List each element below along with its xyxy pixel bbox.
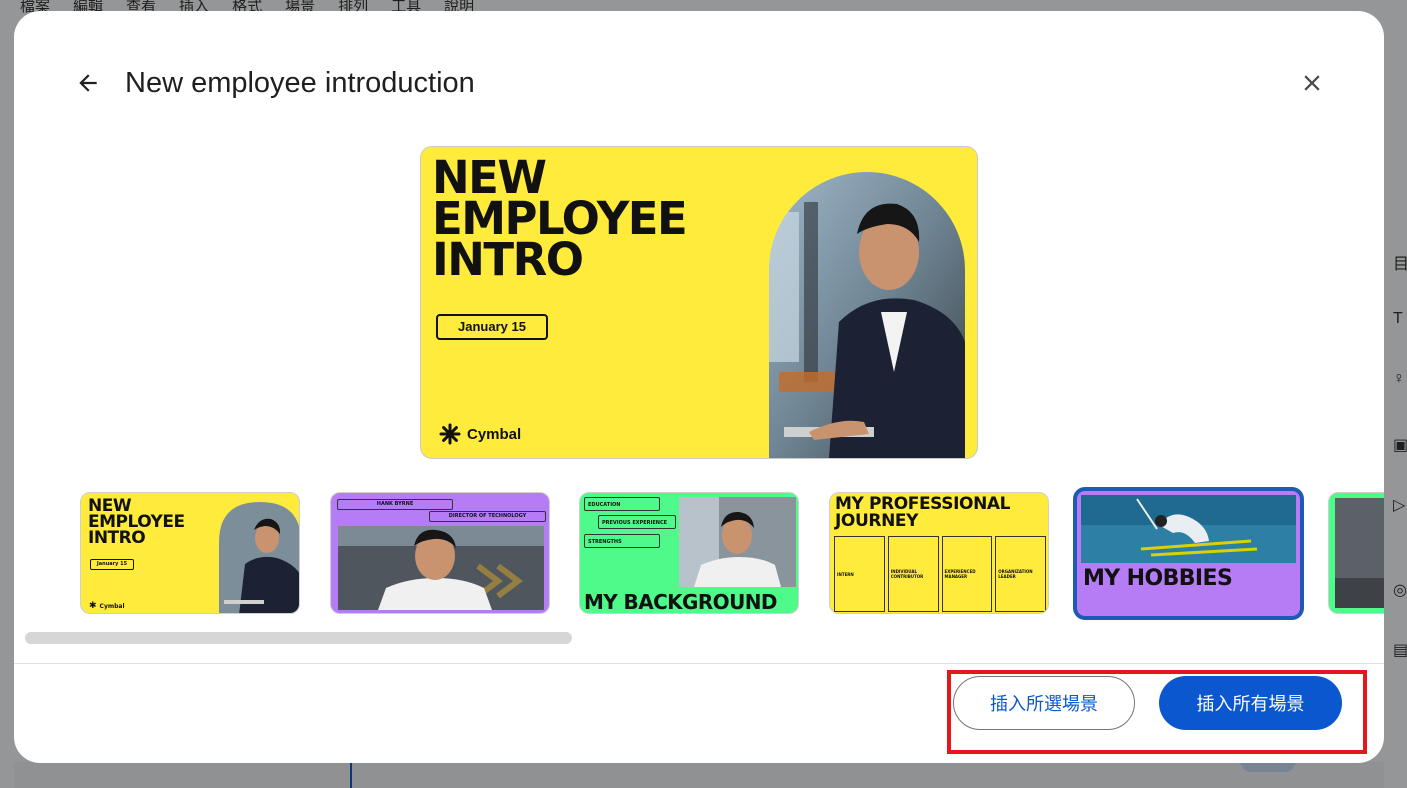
thumb2-name: HANK BYRNE bbox=[337, 499, 453, 510]
thumb1-date: January 15 bbox=[90, 559, 134, 570]
thumb5-skier-photo bbox=[1081, 495, 1296, 563]
thumbnail-my-hobbies[interactable]: MY HOBBIES bbox=[1073, 487, 1304, 620]
thumb3-photo bbox=[679, 497, 796, 587]
thumb2-photo bbox=[338, 526, 544, 610]
scene-thumbnails: NEW EMPLOYEE INTRO January 15 ✱ Cymbal H… bbox=[14, 481, 1384, 631]
thumb4-step-intern: INTERN bbox=[834, 536, 885, 612]
photo-illustration bbox=[769, 172, 965, 458]
close-button[interactable] bbox=[1292, 63, 1332, 103]
close-icon bbox=[1304, 75, 1320, 91]
preview-brand: Cymbal bbox=[439, 423, 521, 445]
thumb4-step-contributor: INDIVIDUAL CONTRIBUTOR bbox=[887, 536, 939, 612]
back-button[interactable] bbox=[68, 63, 108, 103]
thumb1-brand-name: Cymbal bbox=[99, 602, 125, 610]
thumb1-asterisk-icon: ✱ bbox=[89, 601, 97, 611]
dialog-header: New employee introduction bbox=[14, 11, 1384, 131]
employee-photo bbox=[769, 172, 965, 458]
thumb4-title: MY PROFESSIONAL JOURNEY bbox=[835, 494, 1011, 531]
thumb3-item-education: EDUCATION bbox=[584, 497, 660, 511]
asterisk-logo-icon bbox=[439, 423, 461, 445]
thumbnail-professional-journey[interactable]: MY PROFESSIONAL JOURNEY INTERN INDIVIDUA… bbox=[829, 492, 1049, 614]
thumbnail-my-background[interactable]: EDUCATION PREVIOUS EXPERIENCE STRENGTHS … bbox=[579, 492, 799, 614]
thumbnail-new-employee-intro[interactable]: NEW EMPLOYEE INTRO January 15 ✱ Cymbal bbox=[80, 492, 300, 614]
preview-title: NEW EMPLOYEE INTRO bbox=[432, 151, 688, 286]
thumbnail-partial[interactable] bbox=[1328, 492, 1384, 614]
thumbnail-name-title[interactable]: HANK BYRNE DIRECTOR OF TECHNOLOGY bbox=[330, 492, 550, 614]
insert-selected-scenes-button[interactable]: 插入所選場景 bbox=[953, 676, 1135, 730]
preview-brand-name: Cymbal bbox=[467, 425, 522, 443]
dialog-title: New employee introduction bbox=[125, 67, 475, 99]
thumb4-step-leader: ORGANIZATION LEADER bbox=[995, 536, 1046, 612]
thumb4-step-manager: EXPERIENCED MANAGER bbox=[941, 536, 993, 612]
thumb3-item-experience: PREVIOUS EXPERIENCE bbox=[598, 515, 676, 529]
preview-date-badge: January 15 bbox=[436, 314, 548, 340]
thumb1-brand: ✱ Cymbal bbox=[89, 601, 125, 611]
insert-all-scenes-button[interactable]: 插入所有場景 bbox=[1159, 676, 1342, 730]
thumb6-photo bbox=[1335, 498, 1384, 608]
thumb3-item-strengths: STRENGTHS bbox=[584, 534, 660, 548]
scene-preview: NEW EMPLOYEE INTRO January 15 Cymbal bbox=[420, 146, 978, 459]
thumbnails-scrollbar[interactable] bbox=[25, 632, 572, 644]
thumb3-title: MY BACKGROUND bbox=[584, 590, 777, 614]
thumb4-steps: INTERN INDIVIDUAL CONTRIBUTOR EXPERIENCE… bbox=[834, 536, 1046, 612]
template-dialog: New employee introduction NEW EMPLOYEE I… bbox=[14, 11, 1384, 763]
thumb2-role: DIRECTOR OF TECHNOLOGY bbox=[429, 511, 546, 522]
footer-divider bbox=[14, 663, 1384, 664]
thumb1-photo bbox=[219, 502, 299, 613]
thumb5-title: MY HOBBIES bbox=[1083, 566, 1233, 591]
arrow-back-icon bbox=[79, 74, 97, 92]
thumb1-title: NEW EMPLOYEE INTRO bbox=[88, 496, 185, 548]
